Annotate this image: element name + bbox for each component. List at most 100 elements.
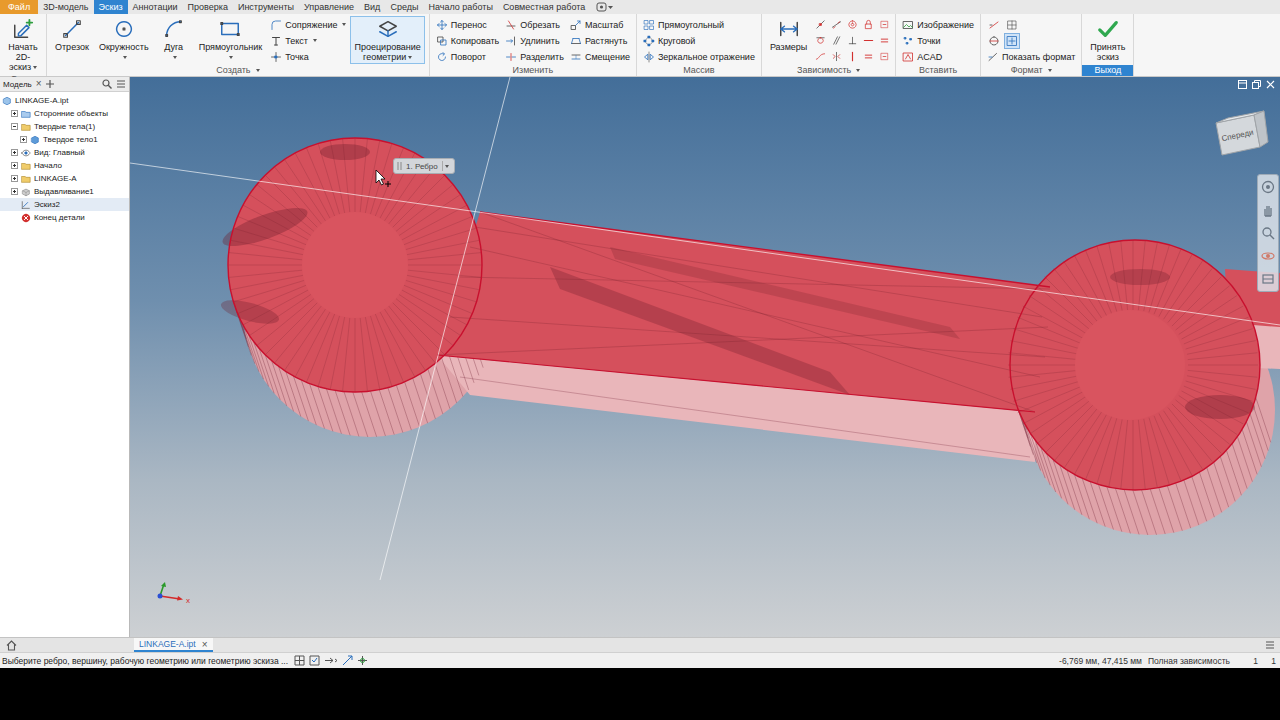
- ribbon-group-label[interactable]: Вставить: [896, 65, 980, 76]
- ribbon-group-label[interactable]: Изменить: [430, 65, 636, 76]
- constraint-button[interactable]: [813, 49, 827, 64]
- menu-tab[interactable]: Совместная работа: [498, 0, 590, 14]
- restore-icon[interactable]: [1252, 80, 1261, 89]
- ribbon-large-button[interactable]: Принять эскиз: [1086, 16, 1129, 64]
- infer-icon[interactable]: [342, 655, 353, 666]
- tree-item[interactable]: LINKAGE-A: [0, 172, 129, 185]
- close-icon[interactable]: [1266, 80, 1275, 89]
- ribbon-large-button[interactable]: Окружность: [95, 16, 153, 64]
- tree-item[interactable]: Начало: [0, 159, 129, 172]
- constraint-button[interactable]: [813, 17, 827, 32]
- constraint-button[interactable]: [861, 49, 875, 64]
- ribbon-button[interactable]: Круговой: [641, 33, 757, 48]
- menu-tab[interactable]: Вид: [359, 0, 385, 14]
- menu-tab[interactable]: Среды: [385, 0, 423, 14]
- format-button[interactable]: [987, 18, 1001, 32]
- zoom-icon[interactable]: [1261, 226, 1275, 240]
- view-cube-label[interactable]: Спереди: [1221, 128, 1255, 144]
- constraint-show-icon[interactable]: [309, 655, 320, 666]
- constraint-button[interactable]: [829, 17, 843, 32]
- expand-icon[interactable]: [11, 110, 18, 117]
- orbit-icon[interactable]: [1261, 249, 1275, 263]
- tab-close[interactable]: ×: [202, 639, 208, 650]
- constraint-button[interactable]: [861, 33, 875, 48]
- home-icon[interactable]: [6, 640, 17, 651]
- tree-item[interactable]: Эскиз2: [0, 198, 129, 211]
- ribbon-large-button[interactable]: Начать 2D-эскиз: [4, 16, 42, 74]
- menu-tab[interactable]: Проверка: [183, 0, 233, 14]
- steering-wheel-icon[interactable]: [1261, 180, 1275, 194]
- menu-tab[interactable]: 3D-модель: [38, 0, 93, 14]
- graphics-viewport[interactable]: 1. РеброСпередиx: [130, 77, 1280, 637]
- view-cube[interactable]: Спереди: [1210, 107, 1270, 159]
- constraint-button[interactable]: [829, 33, 843, 48]
- dof-icon[interactable]: [324, 655, 338, 666]
- tree-item[interactable]: Конец детали: [0, 211, 129, 224]
- menu-tab[interactable]: Управление: [299, 0, 359, 14]
- tree-item[interactable]: Сторонние объекты: [0, 107, 129, 120]
- constraint-button[interactable]: [877, 17, 891, 32]
- ribbon-button[interactable]: Разделить: [503, 49, 566, 64]
- constraint-button[interactable]: [845, 33, 859, 48]
- pan-hand-icon[interactable]: [1261, 203, 1275, 217]
- constraint-button[interactable]: [845, 49, 859, 64]
- expand-icon[interactable]: [11, 162, 18, 169]
- constraint-button[interactable]: [877, 33, 891, 48]
- constraint-button[interactable]: [845, 17, 859, 32]
- expand-icon[interactable]: [11, 188, 18, 195]
- ribbon-button[interactable]: Точки: [900, 33, 976, 48]
- ribbon-button[interactable]: Перенос: [434, 17, 501, 32]
- ribbon-button[interactable]: Текст: [268, 33, 348, 48]
- ribbon-button[interactable]: Изображение: [900, 17, 976, 32]
- menu-tab[interactable]: Файл: [0, 0, 38, 14]
- tree-item[interactable]: Вид: Главный: [0, 146, 129, 159]
- ribbon-button[interactable]: Растянуть: [568, 33, 632, 48]
- ribbon-button[interactable]: Прямоугольный: [641, 17, 757, 32]
- ribbon-button[interactable]: Зеркальное отражение: [641, 49, 757, 64]
- tree-item[interactable]: Твердое тело1: [0, 133, 129, 146]
- ribbon-group-label[interactable]: Создать: [47, 65, 429, 76]
- tree-item[interactable]: LINKAGE-A.ipt: [0, 94, 129, 107]
- ribbon-button[interactable]: Удлинить: [503, 33, 566, 48]
- expand-icon[interactable]: [11, 175, 18, 182]
- ribbon-button[interactable]: Поворот: [434, 49, 501, 64]
- expand-icon[interactable]: [20, 136, 27, 143]
- ribbon-button[interactable]: Обрезать: [503, 17, 566, 32]
- menu-tab[interactable]: Инструменты: [233, 0, 299, 14]
- ribbon-button[interactable]: Масштаб: [568, 17, 632, 32]
- ribbon-large-button[interactable]: Прямоугольник: [195, 16, 267, 64]
- snap-icon[interactable]: [357, 655, 368, 666]
- constraint-button[interactable]: [829, 49, 843, 64]
- ribbon-button[interactable]: ACAD: [900, 49, 976, 64]
- grid-icon[interactable]: [294, 655, 305, 666]
- ribbon-group-label[interactable]: Массив: [637, 65, 761, 76]
- search-icon[interactable]: [102, 79, 112, 89]
- split-view-icon[interactable]: [1238, 80, 1247, 89]
- constraint-button[interactable]: [877, 49, 891, 64]
- constraint-button[interactable]: [813, 33, 827, 48]
- tooltip-dropdown[interactable]: [442, 161, 452, 171]
- ribbon-large-button[interactable]: Проецирование геометрии: [350, 16, 424, 64]
- ribbon-group-label[interactable]: Формат: [981, 65, 1081, 76]
- ribbon-button[interactable]: Копировать: [434, 33, 501, 48]
- ribbon-button[interactable]: Смещение: [568, 49, 632, 64]
- expand-icon[interactable]: [11, 149, 18, 156]
- workspace-menu[interactable]: [590, 0, 620, 14]
- menu-icon[interactable]: [1265, 640, 1275, 650]
- ribbon-button[interactable]: Показать формат: [985, 49, 1077, 64]
- ribbon-button[interactable]: Точка: [268, 49, 348, 64]
- ribbon-button[interactable]: Сопряжение: [268, 17, 348, 32]
- ribbon-group-label[interactable]: Зависимость: [762, 65, 895, 76]
- ribbon-large-button[interactable]: Отрезок: [51, 16, 93, 54]
- menu-tab[interactable]: Начало работы: [423, 0, 497, 14]
- format-button[interactable]: [1005, 34, 1019, 48]
- document-tab[interactable]: LINKAGE-A.ipt×: [134, 638, 213, 652]
- tree-item[interactable]: Твердые тела(1): [0, 120, 129, 133]
- part-model[interactable]: [130, 77, 1280, 637]
- add-icon[interactable]: [46, 80, 54, 88]
- ribbon-group-label[interactable]: Выход: [1082, 65, 1133, 76]
- browser-close[interactable]: ×: [36, 79, 42, 89]
- menu-tab[interactable]: Аннотации: [128, 0, 183, 14]
- tree-item[interactable]: Выдавливание1: [0, 185, 129, 198]
- look-at-icon[interactable]: [1261, 272, 1275, 286]
